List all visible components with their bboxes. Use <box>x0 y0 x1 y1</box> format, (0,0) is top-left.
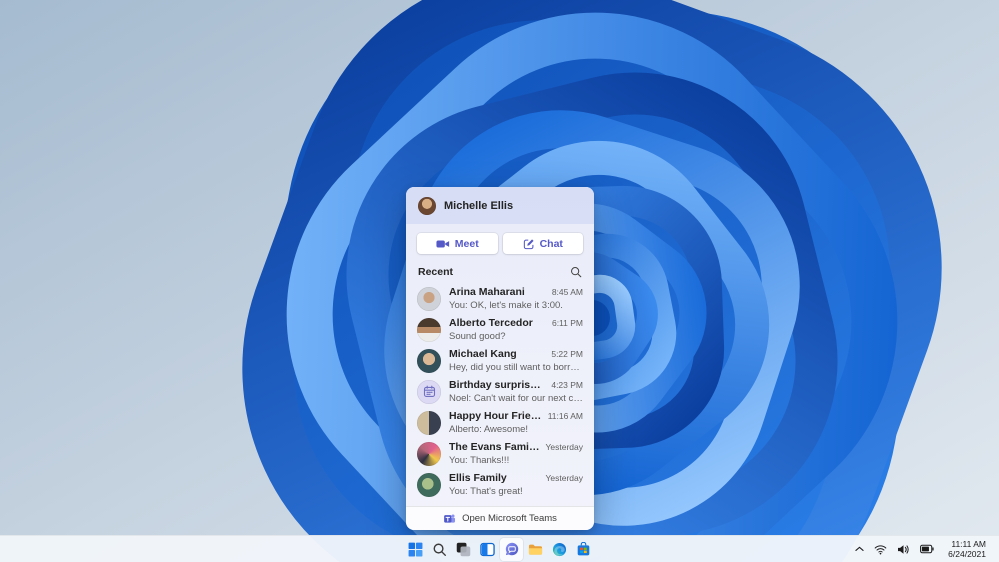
tray-overflow-button[interactable] <box>852 538 867 560</box>
conversation-time: 4:23 PM <box>551 380 583 391</box>
open-teams-button[interactable]: Open Microsoft Teams <box>406 506 594 530</box>
compose-icon <box>523 238 535 250</box>
wifi-icon <box>874 544 887 555</box>
volume-button[interactable] <box>894 538 913 560</box>
chat-button-label: Chat <box>539 237 563 250</box>
conversation-time: 11:16 AM <box>547 411 583 422</box>
conversation-preview: Noel: Can't wait for our next catch up! <box>449 392 583 404</box>
conversation-row-michael[interactable]: Michael Kang 5:22 PM Hey, did you still … <box>406 345 594 376</box>
conversation-preview: Alberto: Awesome! <box>449 423 529 435</box>
conversation-time: Yesterday <box>545 442 584 453</box>
chevron-up-icon <box>855 546 864 552</box>
conversation-row-alberto[interactable]: Alberto Tercedor 6:11 PM Sound good? <box>406 314 594 345</box>
action-buttons: Meet Chat <box>406 224 594 254</box>
search-icon[interactable] <box>570 266 582 278</box>
edge-icon <box>552 542 567 557</box>
conversation-list: Arina Maharani 8:45 AM You: OK, let's ma… <box>406 281 594 506</box>
avatar-photo-family-outdoors <box>417 472 441 497</box>
task-view-button[interactable] <box>452 538 475 561</box>
conversation-preview: You: Thanks!!! <box>449 454 510 466</box>
clock-time: 11:11 AM <box>951 539 986 549</box>
network-status-button[interactable] <box>871 538 890 560</box>
conversation-row-evans[interactable]: The Evans Family of Supers Yesterday You… <box>406 438 594 469</box>
calendar-icon <box>417 379 441 404</box>
windows-logo-icon <box>408 542 423 557</box>
start-button[interactable] <box>404 538 427 561</box>
conversation-time: Yesterday <box>545 473 584 484</box>
open-teams-label: Open Microsoft Teams <box>462 513 557 524</box>
flyout-header: Michelle Ellis <box>406 187 594 224</box>
avatar-photo-man-dark-hair <box>417 348 441 373</box>
meet-button-label: Meet <box>454 237 479 250</box>
speaker-icon <box>897 544 910 555</box>
teams-chat-flyout: Michelle Ellis Meet Chat Recent Arina Ma… <box>406 187 594 530</box>
system-tray: 11:11 AM 6/24/2021 <box>852 536 999 562</box>
conversation-name: The Evans Family of Supers <box>449 441 540 454</box>
conversation-preview: You: That's great! <box>449 485 523 497</box>
desktop: Michelle Ellis Meet Chat Recent Arina Ma… <box>0 0 999 562</box>
conversation-time: 8:45 AM <box>551 287 583 298</box>
recent-label: Recent <box>418 266 454 278</box>
conversation-preview: Hey, did you still want to borrow the no… <box>449 361 583 373</box>
file-explorer-button[interactable] <box>524 538 547 561</box>
conversation-name: Birthday surprise for Mum <box>449 379 545 392</box>
avatar-photo-man-beard <box>417 317 441 342</box>
conversation-preview: Sound good? <box>449 330 506 342</box>
taskbar-clock[interactable]: 11:11 AM 6/24/2021 <box>945 538 989 560</box>
chat-button-taskbar[interactable] <box>500 537 523 561</box>
meet-button[interactable]: Meet <box>417 233 498 254</box>
folder-icon <box>528 542 543 557</box>
clock-date: 6/24/2021 <box>948 549 986 559</box>
conversation-name: Ellis Family <box>449 472 507 485</box>
conversation-row-happy-hour[interactable]: Happy Hour Friends 11:16 AM Alberto: Awe… <box>406 407 594 438</box>
widgets-icon <box>480 542 495 557</box>
conversation-name: Alberto Tercedor <box>449 317 533 330</box>
battery-button[interactable] <box>917 538 937 560</box>
conversation-time: 6:11 PM <box>551 318 583 329</box>
search-button[interactable] <box>428 538 451 561</box>
microsoft-store-button[interactable] <box>572 538 595 561</box>
conversation-name: Michael Kang <box>449 348 517 361</box>
user-name: Michelle Ellis <box>444 199 514 212</box>
recent-header: Recent <box>406 254 594 281</box>
conversation-time: 5:22 PM <box>551 349 583 360</box>
taskbar-center-icons <box>404 536 596 562</box>
conversation-preview: You: OK, let's make it 3:00. <box>449 299 563 311</box>
store-icon <box>576 541 591 557</box>
conversation-name: Arina Maharani <box>449 286 525 299</box>
chat-bubble-icon <box>504 541 520 557</box>
edge-browser-button[interactable] <box>548 538 571 561</box>
conversation-row-ellis[interactable]: Ellis Family Yesterday You: That's great… <box>406 469 594 500</box>
widgets-button[interactable] <box>476 538 499 561</box>
taskbar: 11:11 AM 6/24/2021 <box>0 535 999 562</box>
avatar-group-photo-pair <box>417 410 441 435</box>
search-icon <box>432 542 447 557</box>
teams-logo-icon <box>443 512 456 525</box>
battery-icon <box>920 544 934 554</box>
conversation-name: Happy Hour Friends <box>449 410 542 423</box>
chat-button[interactable]: Chat <box>502 233 583 254</box>
user-avatar <box>418 196 436 215</box>
avatar-photo-woman-hijab <box>417 286 441 311</box>
conversation-row-birthday[interactable]: Birthday surprise for Mum 4:23 PM Noel: … <box>406 376 594 407</box>
video-camera-icon <box>436 238 450 250</box>
conversation-row-arina[interactable]: Arina Maharani 8:45 AM You: OK, let's ma… <box>406 283 594 314</box>
avatar-group-photo-colorful <box>417 441 441 466</box>
task-view-icon <box>456 542 471 557</box>
